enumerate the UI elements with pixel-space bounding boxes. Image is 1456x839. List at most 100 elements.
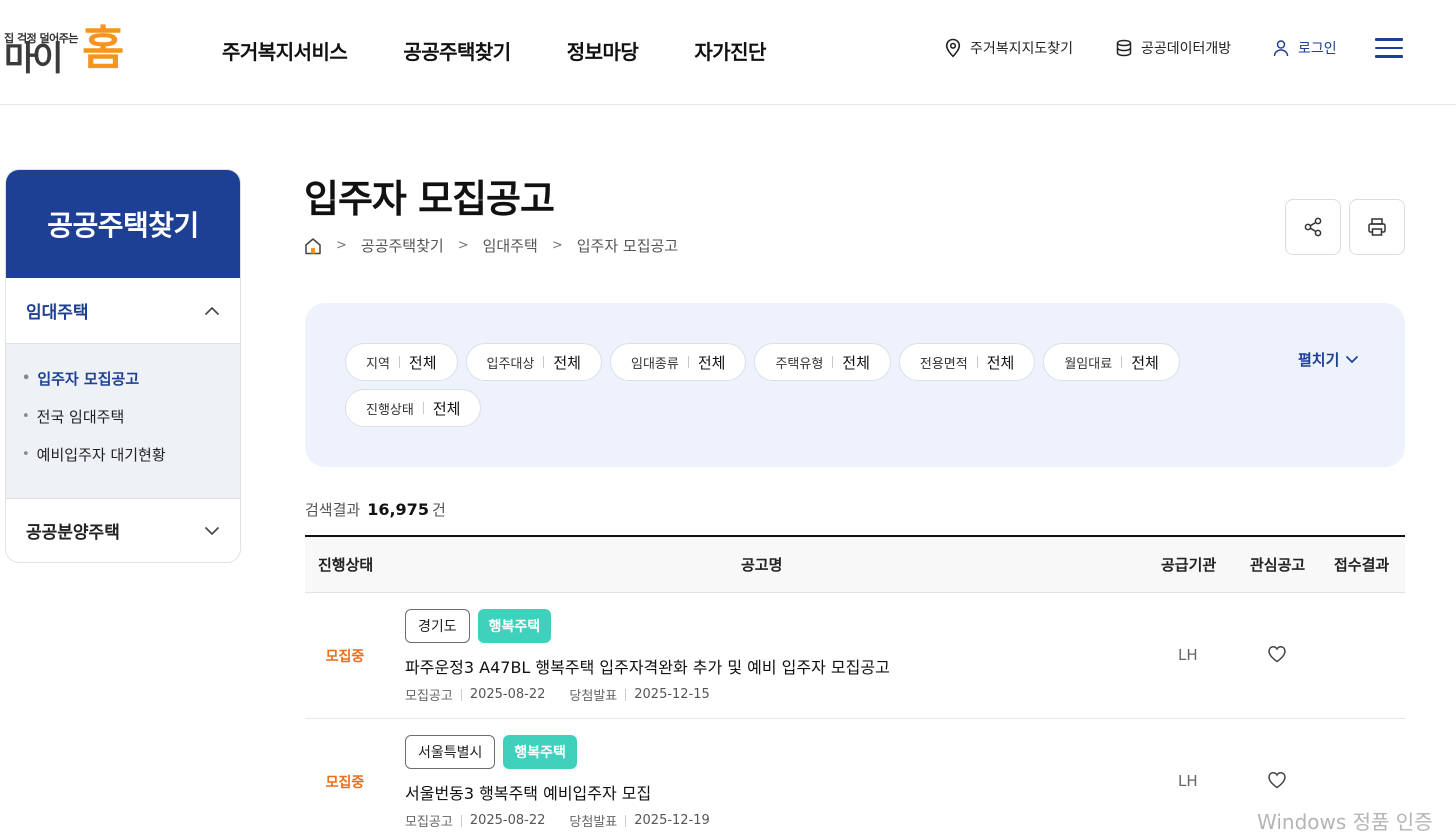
sidebar-item-rental-housing[interactable]: 임대주택 (6, 278, 240, 344)
logo-name-part2: 홈 (82, 21, 125, 75)
result-date: 2025-12-19 (634, 813, 710, 828)
nav-self-diagnosis[interactable]: 자가진단 (694, 36, 766, 65)
sidebar-subitem-national-rental[interactable]: • 전국 임대주택 (22, 404, 240, 442)
region-tag: 서울특별시 (405, 735, 496, 769)
col-result: 접수결과 (1334, 556, 1390, 574)
notice-date: 2025-08-22 (469, 687, 546, 702)
util-open-data-link[interactable]: 공공데이터개방 (1115, 38, 1231, 58)
chevron-down-icon (204, 526, 220, 535)
filter-chips: 지역 전체 입주대상 전체 임대종류 전체 주택유형 전체 전용면적 전체 월임대료 전체 … (345, 343, 1205, 435)
sidebar-item-public-sale-label: 공공분양주택 (26, 523, 120, 543)
region-tag: 경기도 (405, 609, 470, 643)
notice-dates: 모집공고 2025-08-22 당첨발표 2025-12-19 (405, 811, 710, 830)
filter-chip-region[interactable]: 지역 전체 (345, 343, 458, 381)
util-login-link[interactable]: 로그인 (1272, 38, 1337, 58)
filter-label: 주택유형 (775, 356, 824, 372)
breadcrumb-item[interactable]: 입주자 모집공고 (577, 235, 678, 256)
filter-panel: 지역 전체 입주대상 전체 임대종류 전체 주택유형 전체 전용면적 전체 월임대료 전체 … (305, 303, 1405, 467)
sidebar-item-rental-housing-label: 임대주택 (26, 303, 89, 323)
chevron-right-icon: > (551, 238, 563, 253)
notice-dates: 모집공고 2025-08-22 당첨발표 2025-12-15 (405, 685, 710, 704)
breadcrumb-item[interactable]: 공공주택찾기 (361, 235, 444, 256)
table-header: 진행상태 공고명 공급기관 관심공고 접수결과 (305, 537, 1405, 593)
chevron-down-icon (1346, 355, 1359, 364)
util-login-label: 로그인 (1298, 41, 1337, 57)
sidebar: 공공주택찾기 임대주택 • 입주자 모집공고 • 전국 임대주택 • 예비입주자 대기… (5, 169, 241, 563)
database-icon (1116, 39, 1132, 57)
chevron-up-icon (204, 306, 220, 315)
nav-info-board[interactable]: 정보마당 (567, 36, 639, 65)
filter-value: 전체 (553, 353, 581, 372)
home-icon[interactable] (304, 237, 322, 255)
filter-chip-rental-kind[interactable]: 임대종류 전체 (609, 343, 747, 381)
share-button[interactable] (1285, 199, 1341, 255)
filter-value: 전체 (432, 399, 461, 418)
supplier-org: LH (1178, 772, 1198, 790)
sidebar-subitem-label: 입주자 모집공고 (37, 370, 140, 388)
sidebar-submenu: • 입주자 모집공고 • 전국 임대주택 • 예비입주자 대기현황 (6, 344, 240, 499)
status-badge: 모집중 (325, 649, 365, 665)
result-date-label: 당첨발표 (569, 689, 618, 704)
filter-label: 진행상태 (366, 402, 414, 418)
notice-date-label: 모집공고 (405, 815, 453, 830)
chevron-right-icon: > (457, 238, 469, 253)
print-button[interactable] (1349, 199, 1405, 255)
housing-type-tag: 행복주택 (503, 735, 577, 769)
nav-public-housing-search[interactable]: 공공주택찾기 (403, 36, 511, 65)
col-title: 공고명 (741, 556, 783, 574)
main-nav: 주거복지서비스 공공주택찾기 정보마당 자가진단 (222, 36, 822, 65)
site-logo[interactable]: 집 걱정 덜어주는 마이 홈 (4, 22, 144, 82)
notice-title-link[interactable]: 파주운정3 A47BL 행복주택 입주자격완화 추가 및 예비 입주자 모집공고 (405, 654, 890, 678)
sidebar-subitem-label: 예비입주자 대기현황 (36, 446, 166, 464)
table-row[interactable]: 모집중 서울특별시 행복주택 서울번동3 행복주택 예비입주자 모집 모집공고 … (305, 719, 1405, 839)
util-open-data-label: 공공데이터개방 (1141, 41, 1232, 57)
heart-icon[interactable] (1267, 771, 1287, 789)
share-icon (1304, 217, 1322, 237)
chevron-right-icon: > (336, 238, 347, 253)
filter-chip-area[interactable]: 전용면적 전체 (898, 343, 1036, 381)
expand-filters-button[interactable]: 펼치기 (1298, 349, 1359, 370)
util-welfare-map-link[interactable]: 주거복지지도찾기 (944, 38, 1073, 58)
page-title: 입주자 모집공고 (304, 177, 555, 221)
housing-type-tag: 행복주택 (477, 609, 552, 643)
sidebar-subitem-waiting-status[interactable]: • 예비입주자 대기현황 (22, 442, 240, 480)
sidebar-subitem-label: 전국 임대주택 (36, 408, 125, 426)
filter-value: 전체 (697, 353, 726, 372)
result-unit: 건 (431, 501, 446, 519)
result-date-label: 당첨발표 (569, 815, 618, 830)
nav-housing-welfare-service[interactable]: 주거복지서비스 (222, 36, 348, 65)
filter-chip-monthly-rent[interactable]: 월임대료 전체 (1043, 343, 1180, 381)
notice-title-link[interactable]: 서울번동3 행복주택 예비입주자 모집 (405, 780, 651, 804)
filter-label: 임대종류 (630, 356, 679, 372)
table-row[interactable]: 모집중 경기도 행복주택 파주운정3 A47BL 행복주택 입주자격완화 추가 … (305, 593, 1405, 719)
supplier-org: LH (1178, 646, 1198, 664)
result-label: 검색결과 (305, 501, 361, 519)
filter-value: 전체 (1131, 353, 1159, 372)
status-badge: 모집중 (325, 775, 365, 791)
sidebar-title: 공공주택찾기 (6, 170, 240, 278)
filter-chip-housing-type[interactable]: 주택유형 전체 (754, 343, 891, 381)
site-header: 집 걱정 덜어주는 마이 홈 주거복지서비스 공공주택찾기 정보마당 자가진단 … (0, 0, 1456, 105)
filter-value: 전체 (408, 353, 437, 372)
filter-label: 지역 (366, 356, 390, 372)
user-icon (1273, 40, 1289, 57)
sidebar-item-public-sale-housing[interactable]: 공공분양주택 (6, 499, 240, 562)
heart-icon[interactable] (1267, 645, 1287, 663)
col-org: 공급기관 (1161, 556, 1217, 574)
result-count: 검색결과 16,975 건 (305, 499, 446, 520)
filter-chip-progress-status[interactable]: 진행상태 전체 (345, 389, 482, 427)
filter-label: 입주대상 (486, 356, 535, 372)
filter-label: 월임대료 (1064, 356, 1113, 372)
filter-value: 전체 (986, 353, 1015, 372)
col-status: 진행상태 (318, 556, 374, 574)
sidebar-subitem-recruitment-notice[interactable]: • 입주자 모집공고 (22, 366, 240, 404)
breadcrumb-item[interactable]: 임대주택 (483, 235, 538, 256)
logo-name-part1: 마이 (4, 39, 64, 79)
result-number: 16,975 (367, 500, 429, 519)
filter-chip-target[interactable]: 입주대상 전체 (465, 343, 602, 381)
filter-value: 전체 (842, 353, 870, 372)
notice-date: 2025-08-22 (469, 813, 546, 828)
notice-date-label: 모집공고 (405, 689, 453, 704)
hamburger-menu-icon[interactable] (1375, 38, 1403, 62)
result-date: 2025-12-15 (634, 687, 710, 702)
